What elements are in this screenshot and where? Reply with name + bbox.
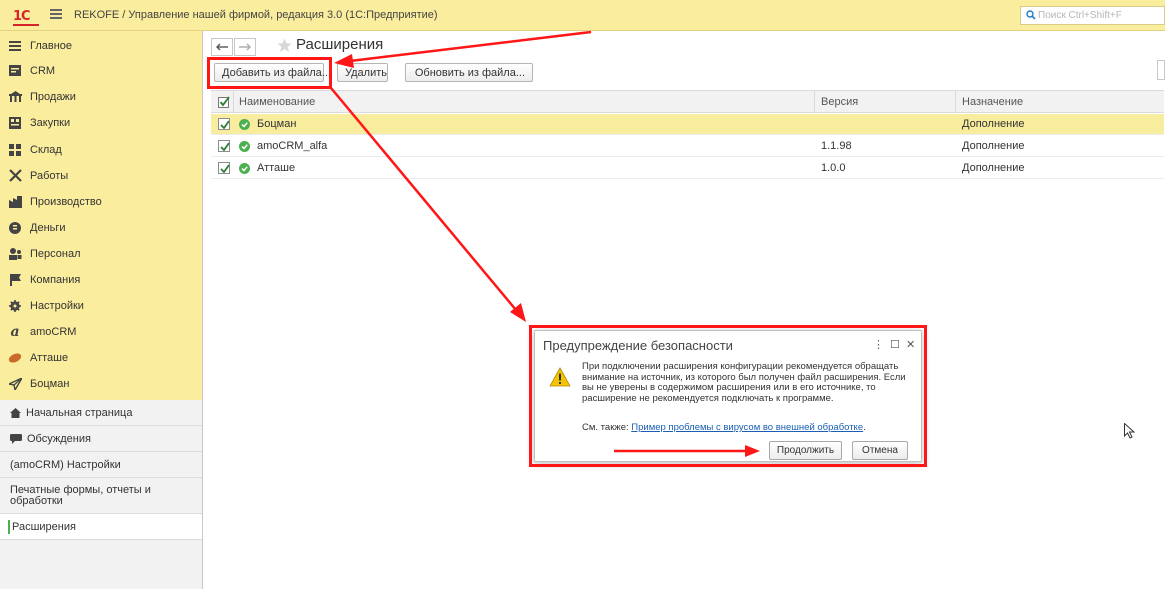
window-title: REKOFE / Управление нашей фирмой, редакц… (74, 9, 438, 21)
row-name: Боцман (257, 118, 297, 130)
chat-icon (10, 433, 22, 444)
back-button[interactable] (211, 38, 233, 56)
paper-plane-icon (8, 377, 22, 390)
sidebar-links: Начальная страница Обсуждения (amoCRM) Н… (0, 400, 202, 589)
forward-button[interactable] (234, 38, 256, 56)
search-placeholder: Поиск Ctrl+Shift+F (1038, 10, 1122, 21)
section-attache[interactable]: Атташе (0, 345, 202, 370)
section-company[interactable]: Компания (0, 267, 202, 292)
company-flag-icon (9, 273, 21, 286)
highlight-dialog (529, 325, 927, 467)
section-sales[interactable]: Продажи (0, 84, 202, 109)
purchases-icon (9, 116, 21, 129)
form-title: Расширения (296, 36, 384, 53)
row-version: 1.1.98 (821, 140, 852, 152)
warehouse-icon (9, 143, 21, 156)
row-purpose: Дополнение (962, 140, 1025, 152)
global-search-input[interactable]: Поиск Ctrl+Shift+F (1020, 6, 1165, 25)
link-home-page[interactable]: Начальная страница (0, 400, 202, 426)
status-ok-icon (239, 119, 250, 130)
column-name[interactable]: Наименование (239, 96, 315, 108)
sections-panel: Главное CRM Продажи Закупки Склад Работы… (0, 31, 203, 589)
1c-logo: 1С (13, 9, 39, 26)
row-checkbox[interactable] (218, 118, 230, 130)
row-purpose: Дополнение (962, 162, 1025, 174)
column-purpose[interactable]: Назначение (962, 96, 1023, 108)
search-icon (1026, 10, 1036, 20)
section-amocrm[interactable]: a amoCRM (0, 319, 202, 344)
delete-button[interactable]: Удалить (337, 63, 388, 82)
section-production[interactable]: Производство (0, 189, 202, 214)
arrow-left-icon (216, 43, 228, 51)
row-name: Атташе (257, 162, 296, 174)
sales-icon (8, 91, 22, 102)
mouse-cursor-icon (1124, 423, 1135, 439)
link-print-forms[interactable]: Печатные формы, отчеты и обработки (0, 478, 202, 514)
section-botsman[interactable]: Боцман (0, 371, 202, 396)
status-ok-icon (239, 163, 250, 174)
home-icon (10, 407, 21, 418)
title-bar: 1С REKOFE / Управление нашей фирмой, ред… (0, 0, 1165, 31)
table-row[interactable]: Атташе 1.0.0 Дополнение (211, 158, 1164, 179)
hamburger-menu-icon[interactable] (50, 9, 62, 19)
row-name: amoCRM_alfa (257, 140, 328, 152)
menu-icon (9, 40, 21, 51)
active-indicator (8, 520, 10, 534)
amocrm-icon: a (10, 323, 20, 340)
favorite-star-icon[interactable] (277, 38, 292, 53)
section-crm[interactable]: CRM (0, 58, 202, 83)
header-check-icon (218, 96, 230, 108)
arrow-to-add-button (349, 30, 592, 63)
production-icon (8, 195, 22, 208)
update-icon (410, 72, 411, 73)
section-warehouse[interactable]: Склад (0, 137, 202, 162)
row-version: 1.0.0 (821, 162, 846, 174)
update-from-file-button[interactable]: Обновить из файла... (405, 63, 533, 82)
section-settings[interactable]: Настройки (0, 293, 202, 318)
table-row[interactable]: amoCRM_alfa 1.1.98 Дополнение (211, 136, 1164, 157)
table-header: Наименование Версия Назначение (211, 90, 1164, 113)
link-discussions[interactable]: Обсуждения (0, 426, 202, 452)
gear-icon (9, 299, 21, 312)
section-staff[interactable]: Персонал (0, 241, 202, 266)
crm-icon (9, 65, 21, 76)
section-purchases[interactable]: Закупки (0, 110, 202, 135)
attache-icon (8, 352, 22, 363)
link-amocrm-settings[interactable]: (amoCRM) Настройки (0, 452, 202, 478)
works-icon (8, 169, 22, 182)
row-checkbox[interactable] (218, 162, 230, 174)
section-money[interactable]: Деньги (0, 215, 202, 240)
more-actions-button[interactable] (1157, 60, 1165, 80)
table-row[interactable]: Боцман Дополнение (211, 114, 1164, 135)
link-extensions[interactable]: Расширения (0, 514, 202, 540)
row-checkbox[interactable] (218, 140, 230, 152)
highlight-add-button (207, 57, 332, 89)
status-ok-icon (239, 141, 250, 152)
row-purpose: Дополнение (962, 118, 1025, 130)
section-main[interactable]: Главное (0, 33, 202, 58)
section-works[interactable]: Работы (0, 163, 202, 188)
column-version[interactable]: Версия (821, 96, 858, 108)
arrow-right-icon (239, 43, 251, 51)
staff-icon (8, 247, 21, 260)
money-icon (9, 221, 21, 234)
